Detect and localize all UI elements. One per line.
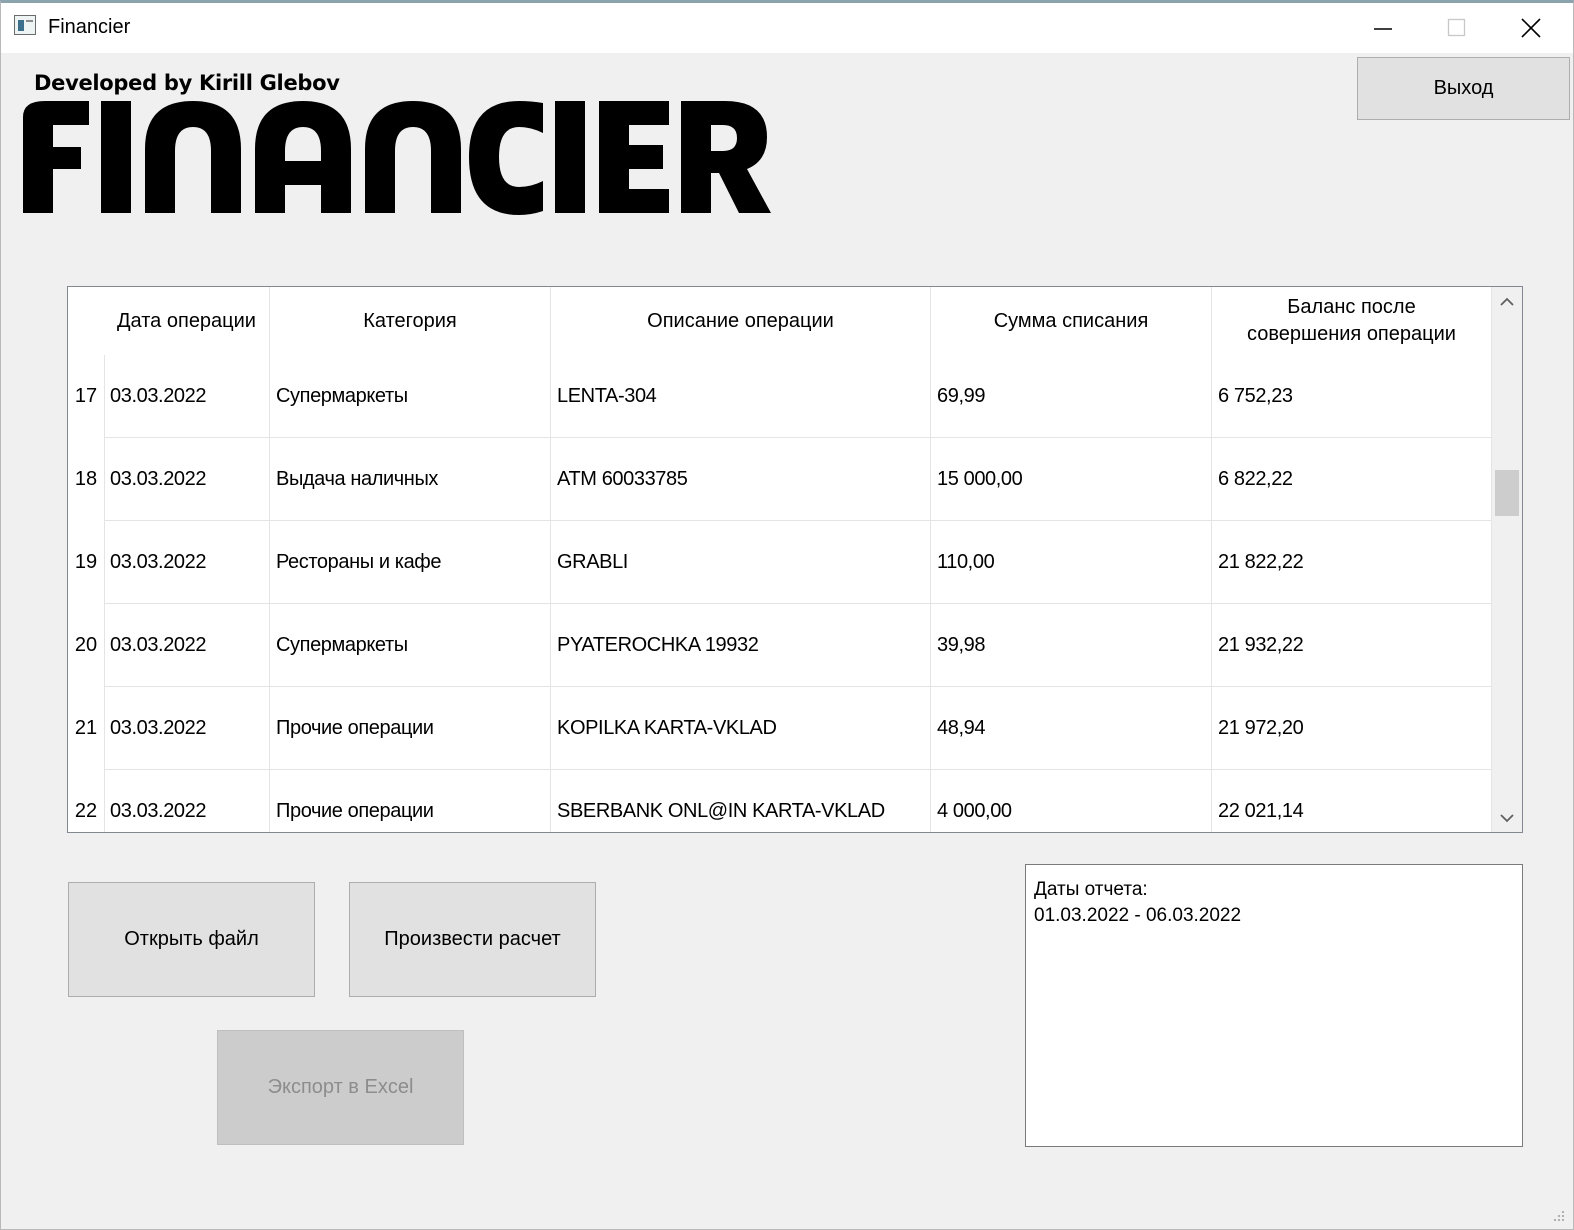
maximize-button[interactable] (1420, 3, 1494, 53)
cell-amount[interactable]: 15 000,00 (931, 438, 1212, 520)
scrollbar-thumb[interactable] (1495, 470, 1519, 516)
cell-description[interactable]: KOPILKA KARTA-VKLAD (551, 687, 931, 769)
cell-date[interactable]: 03.03.2022 (104, 770, 270, 832)
row-number[interactable]: 22 (68, 770, 104, 832)
column-header-balance[interactable]: Баланс после совершения операции (1212, 287, 1492, 355)
chevron-up-icon[interactable] (1500, 297, 1514, 307)
close-icon (1521, 18, 1541, 38)
cell-description[interactable]: PYATEROCHKA 19932 (551, 604, 931, 686)
cell-amount[interactable]: 69,99 (931, 355, 1212, 437)
operations-table[interactable]: Дата операции Категория Описание операци… (67, 286, 1523, 833)
cell-date[interactable]: 03.03.2022 (104, 687, 270, 769)
open-file-button[interactable]: Открыть файл (68, 882, 315, 997)
cell-date[interactable]: 03.03.2022 (104, 438, 270, 520)
row-number[interactable]: 18 (68, 438, 104, 520)
main-window: Financier Developed by Kirill Glebov Вых… (0, 0, 1574, 1230)
app-icon (14, 15, 36, 35)
table-row[interactable]: 18 03.03.2022 Выдача наличных ATM 600337… (68, 438, 1492, 521)
cell-balance[interactable]: 21 972,20 (1212, 687, 1492, 769)
cell-date[interactable]: 03.03.2022 (104, 355, 270, 437)
cell-balance[interactable]: 21 932,22 (1212, 604, 1492, 686)
row-number[interactable]: 17 (68, 355, 104, 437)
report-range: 01.03.2022 - 06.03.2022 (1034, 905, 1242, 926)
title-bar[interactable]: Financier (1, 3, 1573, 53)
cell-balance[interactable]: 22 021,14 (1212, 770, 1492, 832)
cell-balance[interactable]: 6 822,22 (1212, 438, 1492, 520)
row-number[interactable]: 19 (68, 521, 104, 603)
column-header-amount[interactable]: Сумма списания (931, 287, 1212, 355)
cell-description[interactable]: GRABLI (551, 521, 931, 603)
cell-category[interactable]: Супермаркеты (270, 604, 551, 686)
cell-amount[interactable]: 39,98 (931, 604, 1212, 686)
table-row[interactable]: 19 03.03.2022 Рестораны и кафе GRABLI 11… (68, 521, 1492, 604)
cell-description[interactable]: LENTA-304 (551, 355, 931, 437)
column-header-description[interactable]: Описание операции (551, 287, 931, 355)
vertical-scrollbar[interactable] (1492, 287, 1522, 832)
report-dates-box[interactable]: Даты отчета: 01.03.2022 - 06.03.2022 (1025, 864, 1523, 1147)
cell-date[interactable]: 03.03.2022 (104, 604, 270, 686)
report-label: Даты отчета: (1034, 879, 1148, 900)
cell-category[interactable]: Прочие операции (270, 770, 551, 832)
export-excel-button[interactable]: Экспорт в Excel (217, 1030, 464, 1145)
financier-logo (23, 101, 771, 215)
cell-description[interactable]: SBERBANK ONL@IN KARTA-VKLAD (551, 770, 931, 832)
window-title: Financier (48, 16, 131, 38)
close-button[interactable] (1494, 3, 1568, 53)
cell-amount[interactable]: 4 000,00 (931, 770, 1212, 832)
cell-category[interactable]: Прочие операции (270, 687, 551, 769)
cell-amount[interactable]: 110,00 (931, 521, 1212, 603)
table-row[interactable]: 20 03.03.2022 Супермаркеты PYATEROCHKA 1… (68, 604, 1492, 687)
chevron-down-icon[interactable] (1500, 813, 1514, 823)
minimize-button[interactable] (1346, 3, 1420, 53)
table-row[interactable]: 22 03.03.2022 Прочие операции SBERBANK O… (68, 770, 1492, 832)
calculate-button[interactable]: Произвести расчет (349, 882, 596, 997)
cell-balance[interactable]: 6 752,23 (1212, 355, 1492, 437)
column-header-category[interactable]: Категория (270, 287, 551, 355)
cell-balance[interactable]: 21 822,22 (1212, 521, 1492, 603)
row-number[interactable]: 20 (68, 604, 104, 686)
cell-category[interactable]: Выдача наличных (270, 438, 551, 520)
cell-category[interactable]: Супермаркеты (270, 355, 551, 437)
cell-date[interactable]: 03.03.2022 (104, 521, 270, 603)
cell-amount[interactable]: 48,94 (931, 687, 1212, 769)
column-header-date[interactable]: Дата операции (104, 287, 270, 355)
cell-description[interactable]: ATM 60033785 (551, 438, 931, 520)
maximize-icon (1447, 18, 1466, 37)
developer-credit: Developed by Kirill Glebov (34, 71, 340, 95)
resize-grip-icon[interactable] (1549, 1207, 1567, 1225)
minimize-icon (1374, 28, 1392, 30)
exit-button[interactable]: Выход (1357, 57, 1570, 120)
table-row[interactable]: 21 03.03.2022 Прочие операции KOPILKA KA… (68, 687, 1492, 770)
table-row[interactable]: 17 03.03.2022 Супермаркеты LENTA-304 69,… (68, 355, 1492, 438)
cell-category[interactable]: Рестораны и кафе (270, 521, 551, 603)
row-number[interactable]: 21 (68, 687, 104, 769)
